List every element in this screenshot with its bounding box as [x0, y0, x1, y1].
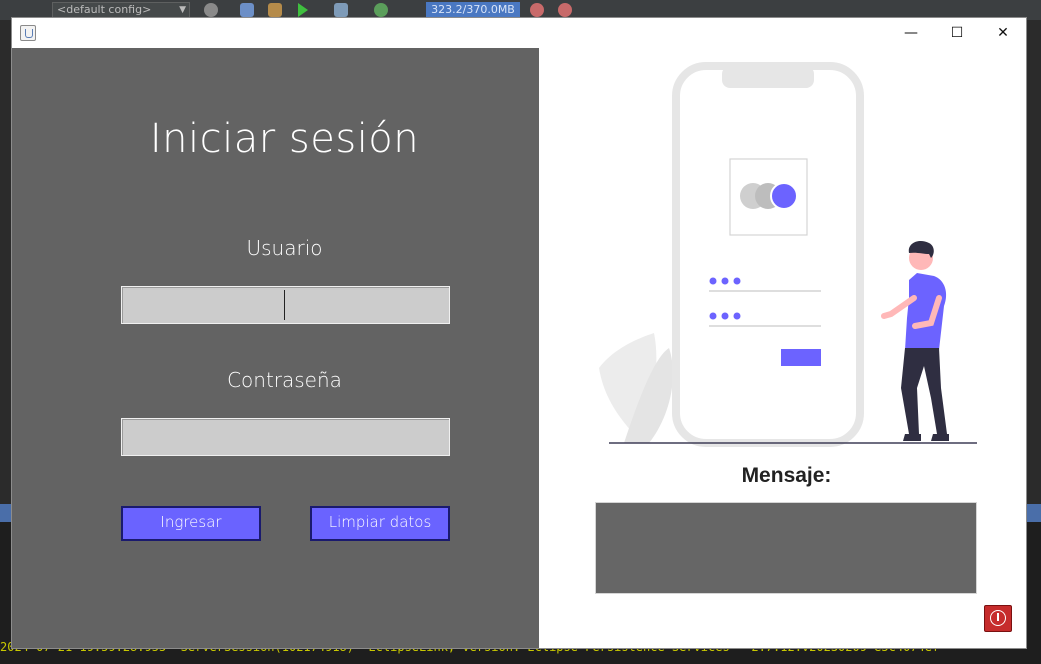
- page-title: Iniciar sesión: [149, 116, 420, 162]
- minimize-button[interactable]: —: [888, 18, 934, 48]
- window-titlebar: — ☐ ✕: [12, 18, 1026, 48]
- config-combo[interactable]: <default config> ▼: [52, 2, 190, 18]
- user-label: Usuario: [246, 236, 323, 260]
- chevron-down-icon: ▼: [179, 5, 186, 15]
- debug-icon[interactable]: [334, 3, 348, 17]
- password-label: Contraseña: [227, 368, 342, 392]
- message-label: Mensaje:: [741, 464, 832, 487]
- login-panel: Iniciar sesión Usuario Contraseña Ingres…: [12, 48, 539, 648]
- text-caret: [284, 290, 285, 320]
- ide-toolbar: <default config> ▼ 323.2/370.0MB: [0, 0, 1041, 20]
- close-button[interactable]: ✕: [980, 18, 1026, 48]
- clear-button[interactable]: Limpiar datos: [310, 506, 450, 541]
- password-field[interactable]: [121, 418, 450, 456]
- config-combo-label: <default config>: [57, 3, 152, 16]
- globe-icon[interactable]: [204, 3, 218, 17]
- maximize-button[interactable]: ☐: [934, 18, 980, 48]
- build-icon[interactable]: [240, 3, 254, 17]
- login-button[interactable]: Ingresar: [121, 506, 261, 541]
- java-app-icon: [20, 25, 36, 41]
- illustration-panel: Mensaje:: [539, 48, 1026, 648]
- user-field[interactable]: [121, 286, 450, 324]
- profile-icon[interactable]: [374, 3, 388, 17]
- gc-icon[interactable]: [530, 3, 544, 17]
- gc-icon-2[interactable]: [558, 3, 572, 17]
- clean-build-icon[interactable]: [268, 3, 282, 17]
- exit-button[interactable]: [984, 605, 1012, 632]
- ide-editor-right: [1026, 20, 1041, 504]
- run-icon[interactable]: [298, 3, 308, 17]
- login-window: — ☐ ✕ Iniciar sesión Usuario Contraseña …: [12, 18, 1026, 648]
- login-illustration: [599, 62, 977, 447]
- message-box: [595, 502, 977, 594]
- memory-indicator[interactable]: 323.2/370.0MB: [426, 2, 520, 18]
